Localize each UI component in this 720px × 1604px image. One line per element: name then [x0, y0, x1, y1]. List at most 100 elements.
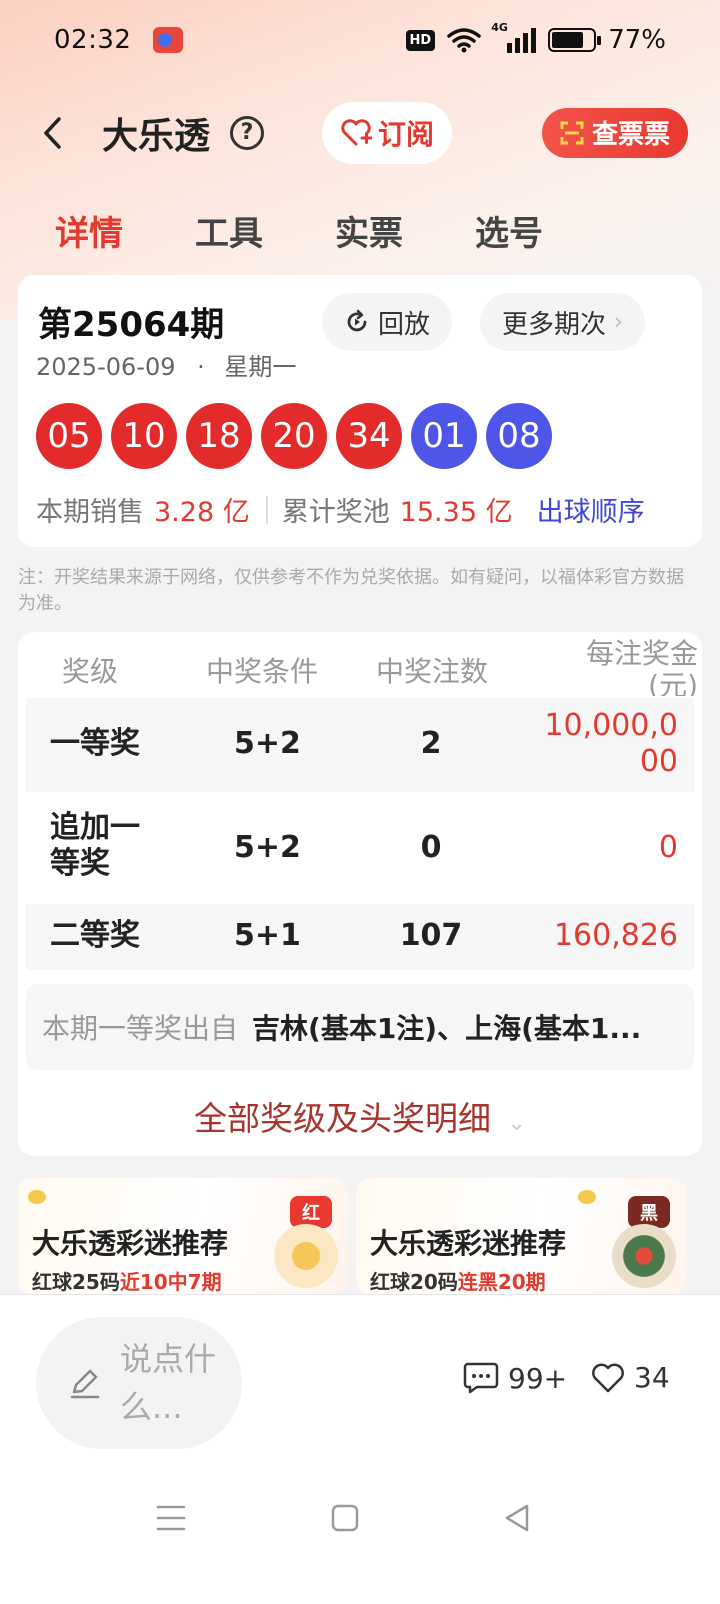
signal-icon: 4G	[491, 21, 537, 53]
tab-details[interactable]: 详情	[55, 206, 123, 255]
header-condition: 中奖条件	[206, 655, 319, 688]
table-row: 一等奖 5+2 2 10,000,000	[26, 698, 694, 792]
page-title: 大乐透	[102, 115, 211, 157]
header-level: 奖级	[62, 655, 119, 688]
comment-icon	[463, 1362, 499, 1394]
comment-input[interactable]: 说点什么...	[36, 1317, 242, 1449]
replay-icon	[347, 309, 367, 332]
hd-icon: HD	[405, 29, 436, 51]
red-ball: 18	[186, 403, 252, 469]
wifi-icon	[447, 28, 481, 53]
prize-count: 0	[420, 830, 442, 865]
issue-number: 第25064期	[38, 305, 225, 345]
blue-ball: 01	[411, 403, 477, 469]
coin-icon	[578, 1190, 596, 1204]
system-nav-bar	[0, 1495, 720, 1555]
tab-bar: 详情 工具 实票 选号	[0, 200, 720, 260]
heart-plus-icon	[341, 118, 373, 145]
replay-button[interactable]: 回放	[322, 293, 453, 351]
tab-pick-numbers[interactable]: 选号	[475, 206, 543, 255]
back-icon[interactable]	[32, 113, 72, 153]
prize-amount: 10,000,000	[544, 708, 678, 779]
home-icon[interactable]	[330, 1503, 360, 1533]
prize-amount: 160,826	[553, 918, 678, 953]
draw-weekday: 星期一	[224, 353, 297, 381]
draw-date: 2025-06-09	[36, 353, 176, 381]
first-prize-origin: 本期一等奖出自 吉林(基本1注)、上海(基本1...	[26, 984, 694, 1070]
promo-card-black[interactable]: 黑 大乐透彩迷推荐 红球20码连黑20期	[356, 1178, 686, 1294]
header-count: 中奖注数	[376, 655, 489, 688]
battery-icon	[548, 28, 602, 52]
prize-table-card: 奖级 中奖条件 中奖注数 每注奖金(元) 一等奖 5+2 2 10,000,00…	[18, 632, 702, 1156]
like-button[interactable]: 34	[590, 1361, 670, 1394]
coin-icon	[28, 1190, 46, 1204]
check-ticket-label: 查票票	[591, 120, 670, 150]
app-notification-icon	[153, 27, 184, 53]
check-ticket-button[interactable]: 查票票	[541, 107, 688, 158]
table-row: 追加一等奖 5+2 0 0	[26, 792, 694, 904]
draw-order-link[interactable]: 出球顺序	[537, 490, 645, 529]
red-ball: 34	[336, 403, 402, 469]
prize-table-header: 奖级 中奖条件 中奖注数 每注奖金(元)	[18, 632, 702, 698]
all-prizes-link[interactable]: 全部奖级及头奖明细 ⌄	[18, 1092, 702, 1140]
chevron-down-icon: ⌄	[507, 1111, 526, 1136]
date-separator: ·	[197, 353, 205, 381]
divider	[265, 495, 268, 524]
first-prize-origin-value: 吉林(基本1注)、上海(基本1...	[252, 1012, 642, 1045]
chevron-right-icon: ›	[614, 309, 623, 335]
sales-label: 本期销售	[36, 497, 144, 528]
subscribe-label: 订阅	[378, 117, 435, 151]
bottom-bar: 说点什么... 99+ 34	[0, 1294, 720, 1604]
comments-count: 99+	[508, 1361, 568, 1395]
heart-icon	[592, 1363, 624, 1392]
red-ball: 10	[111, 403, 177, 469]
promo-card-red[interactable]: 红 大乐透彩迷推荐 红球25码近10中7期	[18, 1178, 348, 1294]
comment-placeholder: 说点什么...	[120, 1340, 217, 1426]
promo-subtitle: 红球20码连黑20期	[370, 1270, 546, 1294]
prize-condition: 5+2	[234, 830, 301, 865]
scan-icon	[560, 121, 584, 144]
replay-label: 回放	[378, 309, 431, 340]
comments-button[interactable]: 99+	[462, 1361, 567, 1395]
prize-level: 一等奖	[50, 726, 140, 761]
subscribe-button[interactable]: 订阅	[322, 101, 453, 164]
promo-title: 大乐透彩迷推荐	[32, 1227, 229, 1260]
draw-result-card: 第25064期 2025-06-09 · 星期一 回放 更多期次 › 05 10…	[18, 275, 702, 547]
first-prize-origin-label: 本期一等奖出自	[42, 1012, 239, 1045]
more-issues-label: 更多期次	[502, 309, 607, 340]
battery-percent: 77%	[608, 25, 666, 55]
disclaimer-note: 注：开奖结果来源于网络，仅供参考不作为兑奖依据。如有疑问，以福体彩官方数据为准。	[18, 567, 684, 614]
prize-level: 追加一等奖	[50, 810, 140, 881]
header-amount: 每注奖金(元)	[585, 638, 698, 696]
status-time: 02:32	[54, 25, 132, 55]
table-row: 二等奖 5+1 107 160,826	[26, 904, 694, 970]
prize-amount: 0	[658, 830, 678, 865]
black-tag-icon: 黑	[628, 1196, 670, 1228]
back-nav-icon[interactable]	[502, 1503, 532, 1533]
status-bar: 02:32 HD 4G 77%	[0, 0, 720, 80]
more-issues-button[interactable]: 更多期次 ›	[480, 293, 645, 351]
promo-subtitle: 红球25码近10中7期	[32, 1270, 222, 1294]
edit-icon	[70, 1369, 100, 1399]
pool-label: 累计奖池	[281, 497, 390, 528]
status-indicators: HD 4G 77%	[405, 21, 666, 55]
promo-title: 大乐透彩迷推荐	[370, 1227, 567, 1260]
board-icon	[612, 1224, 676, 1288]
trophy-icon	[274, 1224, 338, 1288]
sales-value: 3.28 亿	[154, 497, 250, 528]
pool-value: 15.35 亿	[399, 497, 513, 528]
likes-count: 34	[634, 1361, 670, 1394]
help-icon[interactable]: ?	[230, 115, 265, 150]
blue-ball: 08	[486, 403, 552, 469]
all-prizes-label: 全部奖级及头奖明细	[194, 1099, 492, 1138]
red-ball: 20	[261, 403, 327, 469]
tab-real-tickets[interactable]: 实票	[335, 206, 403, 255]
red-tag-icon: 红	[290, 1196, 332, 1228]
menu-icon[interactable]	[156, 1503, 186, 1533]
tab-tools[interactable]: 工具	[195, 206, 263, 255]
prize-count: 2	[420, 726, 442, 761]
prize-condition: 5+2	[234, 726, 301, 761]
sales-info: 本期销售 3.28 亿 累计奖池 15.35 亿 出球顺序	[36, 490, 645, 529]
top-header: 大乐透 ? 订阅 查票票	[0, 95, 720, 170]
winning-numbers: 05 10 18 20 34 01 08	[36, 403, 552, 469]
